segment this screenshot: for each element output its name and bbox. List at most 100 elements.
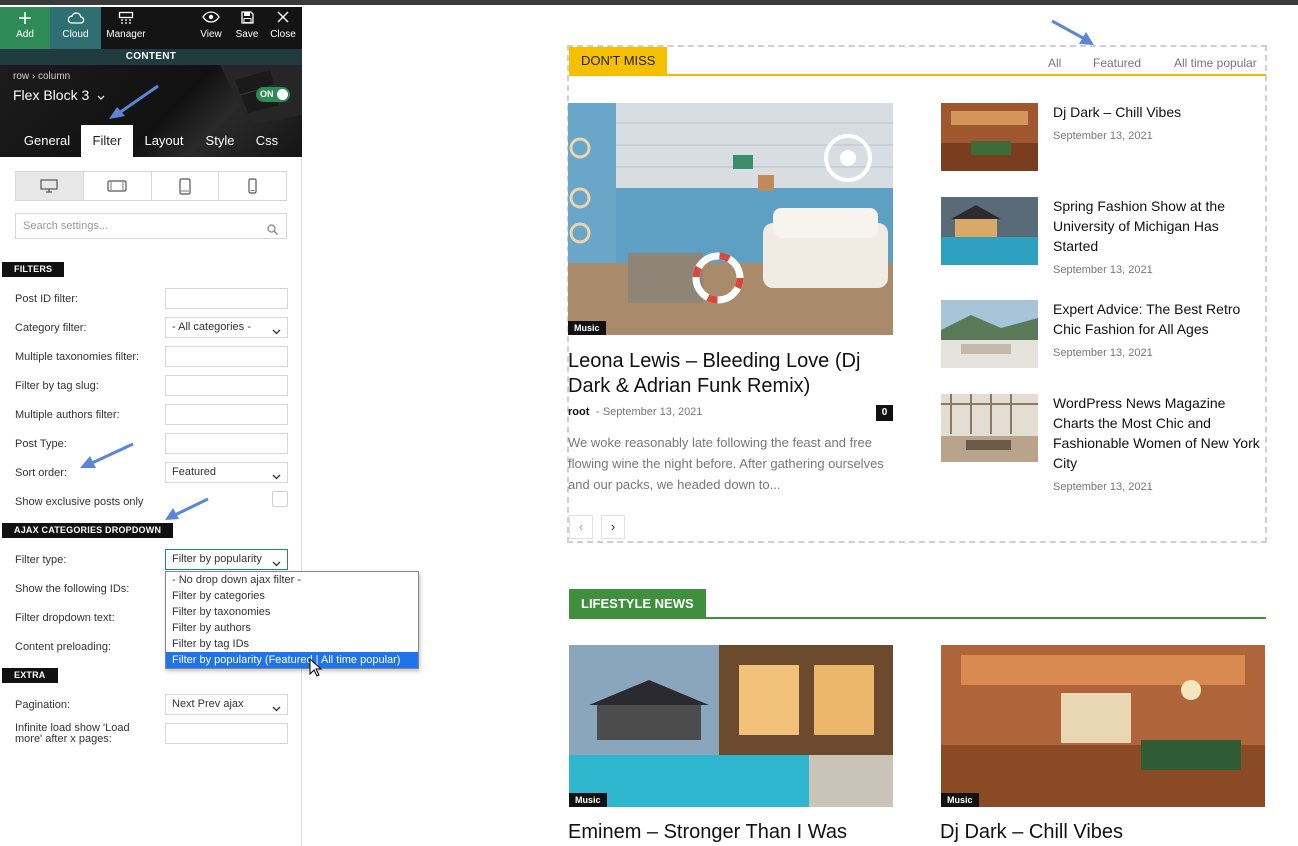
- filter-type-select[interactable]: Filter by popularity: [165, 549, 288, 570]
- chevron-down-icon: [272, 468, 281, 487]
- side-article-title[interactable]: Dj Dark – Chill Vibes: [1053, 102, 1265, 122]
- tab-css[interactable]: Css: [248, 125, 286, 157]
- manager-label: Manager: [106, 29, 146, 40]
- article-author[interactable]: root: [568, 406, 589, 418]
- save-button[interactable]: Save: [232, 7, 262, 49]
- dropdown-text-label: Filter dropdown text:: [15, 612, 115, 624]
- filter-type-label: Filter type:: [15, 554, 67, 566]
- block-toggle[interactable]: ON: [256, 87, 290, 102]
- main-article-title[interactable]: Leona Lewis – Bleeding Love (Dj Dark & A…: [568, 349, 898, 399]
- settings-tabs: General Filter Layout Style Css: [0, 125, 302, 157]
- device-tablet-portrait[interactable]: [152, 172, 220, 200]
- tag-slug-input[interactable]: [165, 375, 288, 396]
- device-tablet-landscape[interactable]: [84, 172, 152, 200]
- lifestyle-card-image[interactable]: Music: [941, 645, 1265, 807]
- cloud-icon: [50, 7, 101, 29]
- post-type-input[interactable]: [165, 433, 288, 454]
- filter-type-value: Filter by popularity: [172, 553, 262, 565]
- pagination-select[interactable]: Next Prev ajax: [165, 694, 288, 715]
- category-value: - All categories -: [172, 321, 251, 333]
- filters-section-title: FILTERS: [2, 262, 65, 277]
- category-label: Category filter:: [15, 322, 87, 334]
- exclusive-posts-checkbox[interactable]: [272, 491, 288, 507]
- dropdown-option[interactable]: Filter by tag IDs: [166, 636, 418, 652]
- pager-prev-button[interactable]: ‹: [569, 515, 593, 539]
- pagination-label: Pagination:: [15, 699, 71, 711]
- tab-general[interactable]: General: [14, 125, 80, 157]
- cloud-button[interactable]: Cloud: [50, 7, 101, 49]
- toolbar-right: Manager View Save Close: [101, 7, 302, 49]
- side-article-date: September 13, 2021: [1053, 130, 1153, 142]
- device-desktop[interactable]: [16, 172, 84, 200]
- device-switcher: [15, 171, 287, 201]
- search-placeholder: Search settings...: [23, 220, 108, 232]
- post-id-input[interactable]: [165, 288, 288, 309]
- article-date: - September 13, 2021: [596, 406, 703, 418]
- search-settings-input[interactable]: Search settings...: [15, 213, 287, 239]
- filter-type-dropdown: - No drop down ajax filter - Filter by c…: [165, 571, 419, 669]
- dropdown-option[interactable]: Filter by taxonomies: [166, 604, 418, 620]
- side-article-title[interactable]: Expert Advice: The Best Retro Chic Fashi…: [1053, 299, 1265, 339]
- device-phone[interactable]: [219, 172, 286, 200]
- side-article-date: September 13, 2021: [1053, 347, 1153, 359]
- side-article-image[interactable]: [941, 103, 1038, 171]
- category-tag[interactable]: Music: [569, 793, 607, 807]
- view-button[interactable]: View: [196, 7, 226, 49]
- tab-layout[interactable]: Layout: [136, 125, 192, 157]
- tab-filter[interactable]: Filter: [81, 125, 133, 157]
- dropdown-option-selected[interactable]: Filter by popularity (Featured | All tim…: [166, 652, 418, 668]
- category-tag[interactable]: Music: [941, 793, 979, 807]
- content-preloading-label: Content preloading:: [15, 641, 112, 653]
- cloud-label: Cloud: [62, 29, 89, 40]
- save-label: Save: [235, 29, 259, 40]
- tablet-portrait-icon: [179, 177, 191, 195]
- chevron-down-icon: [272, 323, 281, 342]
- filter-all[interactable]: All: [1048, 56, 1061, 70]
- lifestyle-header: LIFESTYLE NEWS: [569, 589, 1266, 619]
- toggle-label: ON: [260, 89, 274, 99]
- lifestyle-card-title[interactable]: Eminem – Stronger Than I Was: [568, 821, 847, 844]
- infinite-load-input[interactable]: [165, 723, 288, 744]
- view-label: View: [200, 29, 222, 40]
- filter-all-time-popular[interactable]: All time popular: [1174, 56, 1257, 70]
- sort-order-select[interactable]: Featured: [165, 462, 288, 483]
- pager-next-button[interactable]: ›: [601, 515, 625, 539]
- side-article-title[interactable]: WordPress News Magazine Charts the Most …: [1053, 393, 1265, 473]
- main-article-image[interactable]: Music: [568, 103, 893, 335]
- block-name[interactable]: Flex Block 3: [13, 87, 105, 103]
- dont-miss-header: DON'T MISS All Featured All time popular: [569, 47, 1266, 76]
- multi-taxonomies-input[interactable]: [165, 346, 288, 367]
- chevron-down-icon: [272, 700, 281, 719]
- dropdown-option[interactable]: Filter by categories: [166, 588, 418, 604]
- annotation-arrow: [80, 442, 134, 468]
- side-article-image[interactable]: [941, 300, 1038, 368]
- comment-count[interactable]: 0: [876, 405, 893, 421]
- ajax-section-title: AJAX CATEGORIES DROPDOWN: [2, 523, 174, 538]
- close-button[interactable]: Close: [267, 7, 299, 49]
- lifestyle-card-image[interactable]: Music: [569, 645, 893, 807]
- multi-authors-label: Multiple authors filter:: [15, 409, 120, 421]
- dropdown-option[interactable]: - No drop down ajax filter -: [166, 572, 418, 588]
- lifestyle-card-title[interactable]: Dj Dark – Chill Vibes: [940, 821, 1123, 844]
- tab-style[interactable]: Style: [196, 125, 244, 157]
- close-icon: [267, 7, 299, 29]
- infinite-load-label: Infinite load show 'Load more' after x p…: [15, 722, 130, 745]
- dropdown-option[interactable]: Filter by authors: [166, 620, 418, 636]
- add-button[interactable]: Add: [0, 7, 50, 49]
- category-tag[interactable]: Music: [568, 321, 606, 335]
- side-article-image[interactable]: [941, 394, 1038, 462]
- side-article-title[interactable]: Spring Fashion Show at the University of…: [1053, 196, 1265, 256]
- breadcrumb[interactable]: row › column: [13, 71, 70, 82]
- multi-authors-input[interactable]: [165, 404, 288, 425]
- eye-icon: [196, 7, 226, 29]
- article-excerpt: We woke reasonably late following the fe…: [568, 435, 884, 492]
- sort-order-value: Featured: [172, 466, 217, 478]
- side-article-image[interactable]: [941, 197, 1038, 265]
- filter-featured[interactable]: Featured: [1093, 56, 1141, 70]
- category-select[interactable]: - All categories -: [165, 317, 288, 338]
- manager-button[interactable]: Manager: [103, 7, 149, 49]
- toggle-knob: [277, 89, 288, 100]
- pagination-value: Next Prev ajax: [172, 698, 244, 710]
- sort-order-label: Sort order:: [15, 467, 67, 479]
- article-date-text: September 13, 2021: [602, 406, 703, 418]
